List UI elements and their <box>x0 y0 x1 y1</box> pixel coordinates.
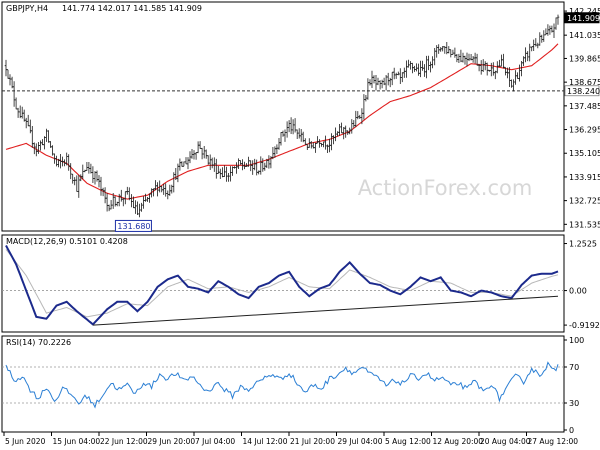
rsi-y-tick-label: 0 <box>569 426 574 435</box>
x-tick-label: 12 Aug 20:00 <box>433 437 484 446</box>
macd-y-tick-label: 1.2525 <box>569 240 597 249</box>
current-price-label: 141.909 <box>567 14 600 23</box>
watermark: ActionForex.com <box>358 176 533 200</box>
x-tick-label: 21 Jul 20:00 <box>290 437 335 446</box>
rsi-panel-frame <box>1 335 565 433</box>
support-price-label: 138.240 <box>567 87 600 96</box>
x-tick-label: 27 Aug 12:00 <box>528 437 579 446</box>
x-tick-label: 22 Jun 12:00 <box>100 437 148 446</box>
price-y-tick-label: 139.865 <box>569 54 600 63</box>
rsi-title: RSI(14) 70.2226 <box>6 338 71 347</box>
macd-panel: MACD(12,26,9) 0.5101 0.4208 1.2525 0.00 -0… <box>1 234 600 333</box>
price-annotations-group: 131.680 <box>114 219 152 232</box>
macd-y-axis: 1.2525 0.00 -0.9192 <box>564 240 600 330</box>
price-panel: GBPJPY,H4 141.774 142.017 141.585 141.90… <box>1 1 600 232</box>
x-tick-label: 20 Aug 04:00 <box>480 437 531 446</box>
x-tick-label: 7 Jul 04:00 <box>195 437 235 446</box>
rsi-y-tick-label: 30 <box>569 399 579 408</box>
macd-title: MACD(12,26,9) 0.5101 0.4208 <box>6 237 128 246</box>
x-axis: 5 Jun 2020 15 Jun 04:00 22 Jun 12:00 29 Jun… <box>3 432 579 446</box>
macd-y-tick-label: -0.9192 <box>569 321 600 330</box>
x-tick-label: 5 Aug 12:00 <box>385 437 431 446</box>
x-tick-label: 29 Jul 04:00 <box>338 437 383 446</box>
price-ohlc-readout: 141.774 142.017 141.585 141.909 <box>62 4 202 13</box>
price-y-tick-label: 132.725 <box>569 197 600 206</box>
price-y-tick-label: 137.485 <box>569 102 600 111</box>
price-y-tick-label: 141.035 <box>569 31 600 40</box>
price-y-tick-label: 135.105 <box>569 149 600 158</box>
x-tick-label: 15 Jun 04:00 <box>53 437 101 446</box>
x-tick-label: 29 Jun 20:00 <box>148 437 196 446</box>
rsi-y-axis: 100 70 30 0 <box>564 336 584 435</box>
rsi-panel: RSI(14) 70.2226 100 70 30 0 <box>1 335 584 435</box>
x-tick-label: 5 Jun 2020 <box>5 437 46 446</box>
chart-root: GBPJPY,H4 141.774 142.017 141.585 141.90… <box>1 1 600 446</box>
price-y-tick-label: 133.915 <box>569 173 600 182</box>
price-title: GBPJPY,H4 <box>6 4 48 13</box>
price-y-axis: 142.245141.035139.865138.675137.485136.2… <box>564 7 600 229</box>
low-marker-label: 131.680 <box>117 222 150 231</box>
macd-y-tick-label: 0.00 <box>569 287 587 296</box>
rsi-y-tick-label: 100 <box>569 336 584 345</box>
price-y-tick-label: 131.535 <box>569 220 600 229</box>
price-y-tick-label: 136.295 <box>569 126 600 135</box>
x-tick-label: 14 Jul 12:00 <box>243 437 288 446</box>
rsi-y-tick-label: 70 <box>569 363 579 372</box>
macd-panel-frame <box>1 234 565 333</box>
